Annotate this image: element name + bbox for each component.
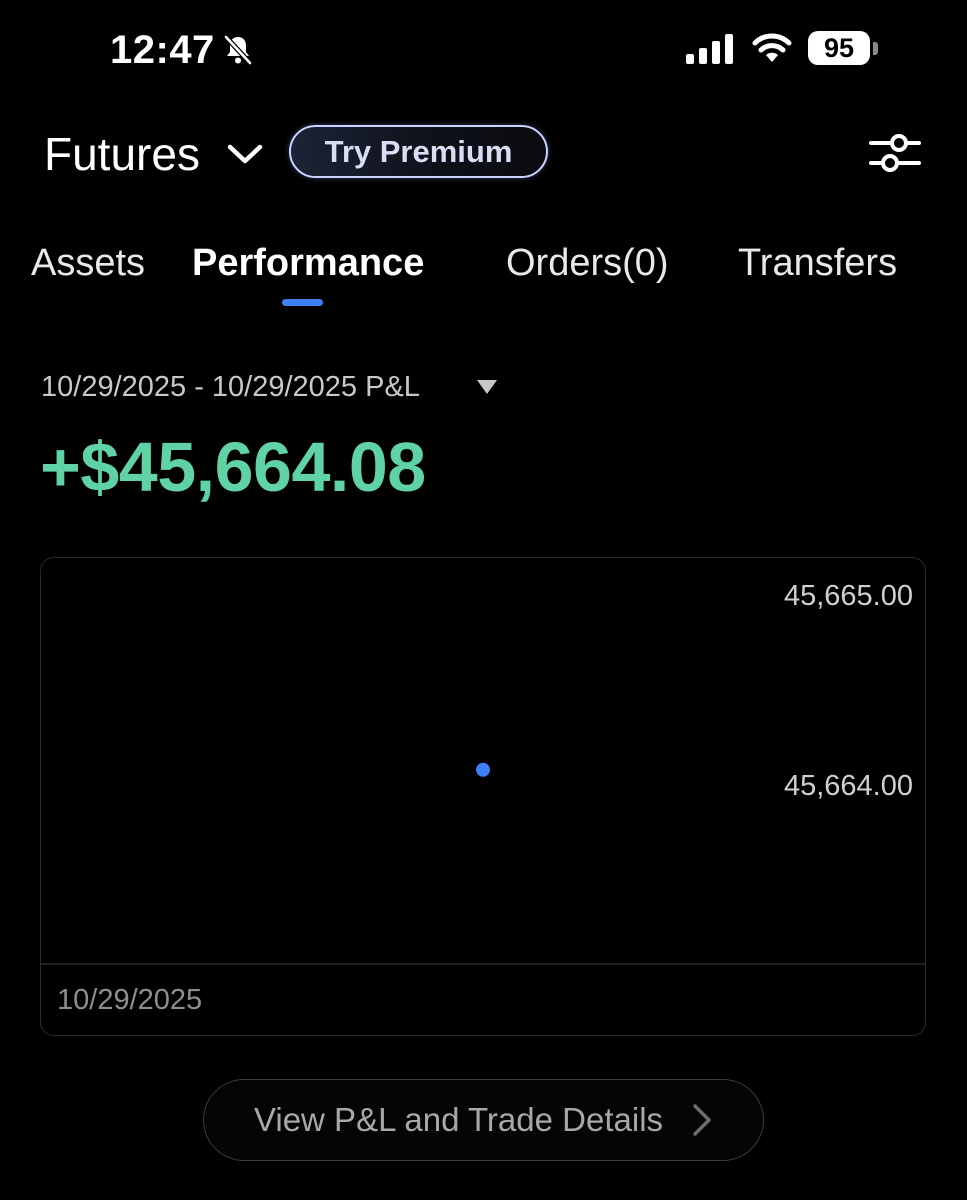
tab-orders[interactable]: Orders(0) [506, 238, 669, 288]
status-time: 12:47 [110, 28, 215, 72]
x-tick-label: 10/29/2025 [57, 984, 203, 1016]
active-tab-indicator [282, 299, 323, 306]
tab-assets[interactable]: Assets [31, 238, 145, 288]
chevron-right-icon [693, 1104, 711, 1136]
tab-transfers[interactable]: Transfers [738, 238, 897, 288]
bell-slash-icon [224, 35, 252, 65]
date-range-selector[interactable]: 10/29/2025 - 10/29/2025 P&L [41, 368, 420, 406]
tab-performance[interactable]: Performance [192, 238, 424, 288]
view-pnl-details-button[interactable]: View P&L and Trade Details [203, 1079, 764, 1161]
battery-nub [873, 42, 878, 55]
pnl-data-point [476, 762, 490, 777]
filter-sliders-icon[interactable] [868, 131, 922, 177]
y-tick-label: 45,665.00 [783, 580, 913, 612]
try-premium-button[interactable]: Try Premium [289, 125, 548, 178]
cellular-signal-icon [686, 34, 733, 64]
caret-down-icon[interactable] [476, 379, 498, 395]
chevron-down-icon[interactable] [226, 140, 266, 170]
y-tick-label: 45,664.00 [783, 770, 913, 802]
account-type-selector[interactable]: Futures [44, 126, 200, 182]
wifi-icon [752, 33, 792, 62]
battery-icon: 95 [808, 31, 870, 65]
view-pnl-details-label: View P&L and Trade Details [253, 1101, 664, 1138]
battery-level: 95 [823, 33, 855, 63]
pnl-value: +$45,664.08 [40, 428, 426, 506]
